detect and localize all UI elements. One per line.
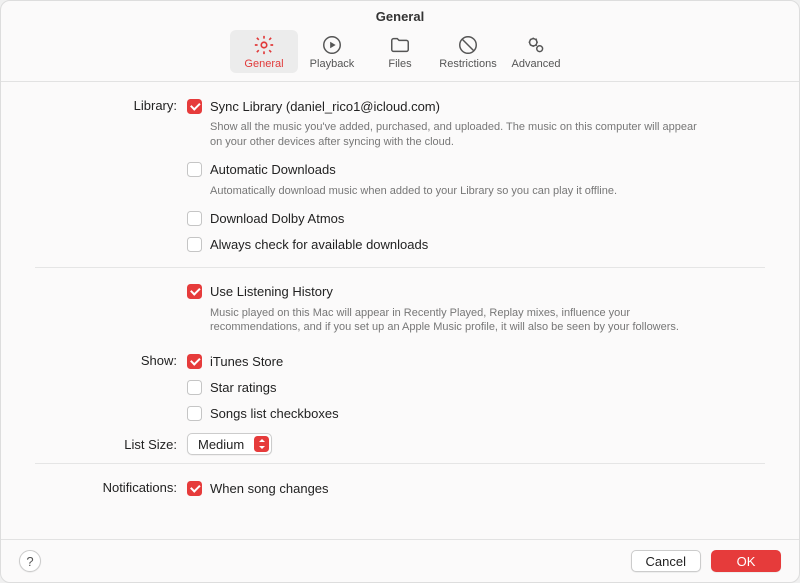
restrictions-icon xyxy=(457,34,479,56)
tab-playback[interactable]: Playback xyxy=(298,30,366,73)
list-size-row: List Size: Medium xyxy=(35,433,765,455)
check-available-downloads-label: Always check for available downloads xyxy=(210,237,428,252)
help-label: ? xyxy=(26,554,33,569)
songs-list-checkboxes-label: Songs list checkboxes xyxy=(210,406,339,421)
songs-list-checkboxes-checkbox[interactable] xyxy=(187,406,202,421)
toolbar: General Playback Files xyxy=(1,28,799,82)
show-row: Show: iTunes Store Star ratings Songs li… xyxy=(35,351,765,427)
list-size-label: List Size: xyxy=(35,433,187,452)
itunes-store-label: iTunes Store xyxy=(210,354,283,369)
auto-downloads-label: Automatic Downloads xyxy=(210,162,336,177)
star-ratings-label: Star ratings xyxy=(210,380,276,395)
listening-history-checkbox[interactable] xyxy=(187,284,202,299)
song-changes-checkbox[interactable] xyxy=(187,481,202,496)
ok-button[interactable]: OK xyxy=(711,550,781,572)
advanced-icon xyxy=(525,34,547,56)
gear-icon xyxy=(253,34,275,56)
cancel-label: Cancel xyxy=(646,554,686,569)
download-atmos-checkbox[interactable] xyxy=(187,211,202,226)
divider xyxy=(35,463,765,464)
tab-label: Advanced xyxy=(512,58,561,70)
check-available-downloads-checkbox[interactable] xyxy=(187,237,202,252)
divider xyxy=(35,267,765,268)
ok-label: OK xyxy=(737,554,756,569)
preferences-window: General General Playback xyxy=(0,0,800,583)
folder-icon xyxy=(389,34,411,56)
star-ratings-checkbox[interactable] xyxy=(187,380,202,395)
tab-label: Restrictions xyxy=(439,58,496,70)
content-area: Library: Sync Library (daniel_rico1@iclo… xyxy=(1,82,799,539)
list-size-value: Medium xyxy=(198,437,244,452)
play-icon xyxy=(321,34,343,56)
tab-files[interactable]: Files xyxy=(366,30,434,73)
notifications-label: Notifications: xyxy=(35,478,187,495)
tab-restrictions[interactable]: Restrictions xyxy=(434,30,502,73)
chevron-updown-icon xyxy=(254,436,269,452)
listening-history-desc: Music played on this Mac will appear in … xyxy=(210,306,700,336)
auto-downloads-desc: Automatically download music when added … xyxy=(210,184,700,199)
show-label: Show: xyxy=(35,351,187,368)
sync-library-checkbox[interactable] xyxy=(187,99,202,114)
sync-library-label: Sync Library (daniel_rico1@icloud.com) xyxy=(210,99,440,114)
itunes-store-checkbox[interactable] xyxy=(187,354,202,369)
window-title: General xyxy=(1,1,799,28)
footer: ? Cancel OK xyxy=(1,539,799,582)
auto-downloads-checkbox[interactable] xyxy=(187,162,202,177)
library-label: Library: xyxy=(35,96,187,113)
listening-history-label: Use Listening History xyxy=(210,284,333,299)
help-button[interactable]: ? xyxy=(19,550,41,572)
song-changes-label: When song changes xyxy=(210,481,329,496)
library-row: Library: Sync Library (daniel_rico1@iclo… xyxy=(35,96,765,259)
tab-general[interactable]: General xyxy=(230,30,298,73)
cancel-button[interactable]: Cancel xyxy=(631,550,701,572)
list-size-select[interactable]: Medium xyxy=(187,433,272,455)
tab-label: General xyxy=(244,58,283,70)
tab-label: Playback xyxy=(310,58,355,70)
sync-library-desc: Show all the music you've added, purchas… xyxy=(210,120,700,150)
notifications-row: Notifications: When song changes xyxy=(35,478,765,502)
history-row: Use Listening History Music played on th… xyxy=(35,282,765,346)
download-atmos-label: Download Dolby Atmos xyxy=(210,211,344,226)
tab-label: Files xyxy=(388,58,411,70)
tab-advanced[interactable]: Advanced xyxy=(502,30,570,73)
